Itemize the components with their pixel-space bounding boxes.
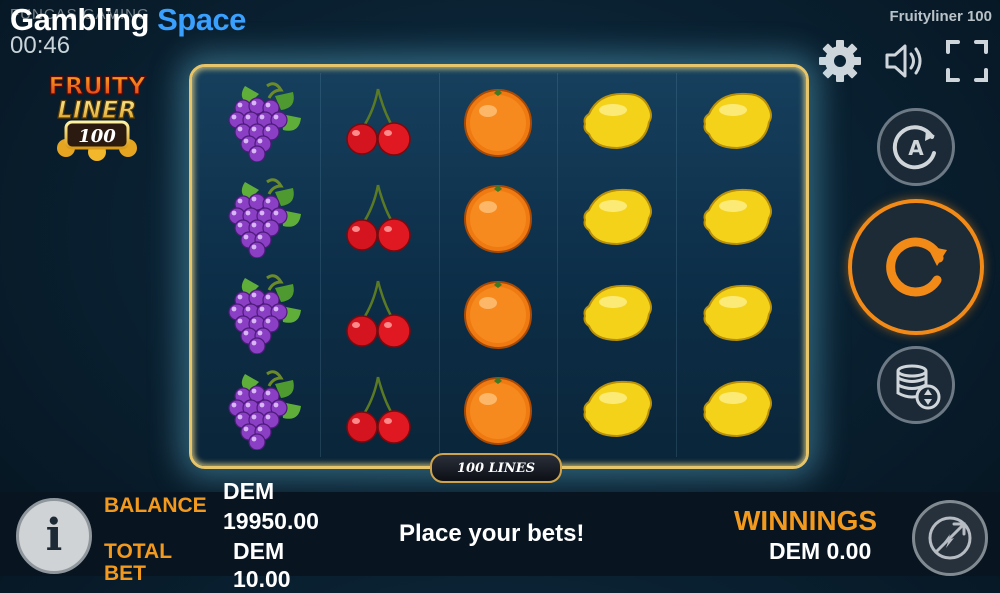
watermark-part2: Space xyxy=(157,2,246,37)
lemon-symbol xyxy=(677,73,796,169)
grapes-symbol xyxy=(202,73,320,169)
status-message: Place your bets! xyxy=(399,520,585,547)
grapes-symbol xyxy=(202,361,320,457)
cherries-symbol xyxy=(321,361,439,457)
grapes-symbol xyxy=(202,265,320,361)
lemon-symbol xyxy=(677,361,796,457)
reel-5 xyxy=(677,73,796,457)
orange-symbol xyxy=(440,169,558,265)
bet-currency: DEM xyxy=(233,538,285,564)
grapes-symbol xyxy=(202,169,320,265)
winnings-label: WINNINGS xyxy=(734,505,878,536)
lemon-symbol xyxy=(677,265,796,361)
logo-line2: LINER xyxy=(57,96,136,124)
gear-icon[interactable] xyxy=(817,38,863,84)
orange-symbol xyxy=(440,73,558,169)
reel-frame xyxy=(189,64,809,469)
balance-label: BALANCE xyxy=(104,494,207,517)
spin-button[interactable] xyxy=(848,199,984,335)
lemon-symbol xyxy=(558,265,676,361)
game-logo: 100 FRUITY LINER xyxy=(26,71,168,162)
stake-button[interactable] xyxy=(877,346,955,424)
reel-1 xyxy=(202,73,321,457)
game-title: Fruityliner 100 xyxy=(889,8,992,25)
autoplay-button[interactable]: A xyxy=(877,108,955,186)
clock: 00:46 xyxy=(10,32,71,59)
bet-amount: 10.00 xyxy=(233,566,291,592)
speaker-icon[interactable] xyxy=(881,38,927,84)
balance-amount: 19950.00 xyxy=(223,508,319,534)
gamble-button[interactable] xyxy=(912,500,988,576)
reel-3 xyxy=(440,73,559,457)
lemon-symbol xyxy=(558,169,676,265)
lemon-symbol xyxy=(558,73,676,169)
lemon-symbol xyxy=(558,361,676,457)
spin-icon xyxy=(886,237,947,297)
info-button[interactable]: i xyxy=(16,498,92,574)
balance-currency: DEM xyxy=(223,478,275,504)
orange-symbol xyxy=(440,361,558,457)
reel-2 xyxy=(321,73,440,457)
gamble-icon xyxy=(928,516,972,560)
orange-symbol xyxy=(440,265,558,361)
total-bet-label: TOTAL BET xyxy=(104,540,172,585)
reel-grid xyxy=(202,73,796,457)
winnings-value: DEM 0.00 xyxy=(769,538,872,564)
logo-line3: 100 xyxy=(78,126,116,147)
lemon-symbol xyxy=(677,169,796,265)
cherries-symbol xyxy=(321,265,439,361)
fullscreen-icon[interactable] xyxy=(944,38,990,84)
autoplay-letter: A xyxy=(908,136,924,160)
coin-stack-icon xyxy=(896,364,941,410)
cherries-symbol xyxy=(321,169,439,265)
reel-4 xyxy=(558,73,678,457)
cherries-symbol xyxy=(321,73,439,169)
lines-badge: 100 LINES xyxy=(430,453,562,483)
info-icon: i xyxy=(45,510,63,561)
autoplay-icon: A xyxy=(892,125,936,170)
